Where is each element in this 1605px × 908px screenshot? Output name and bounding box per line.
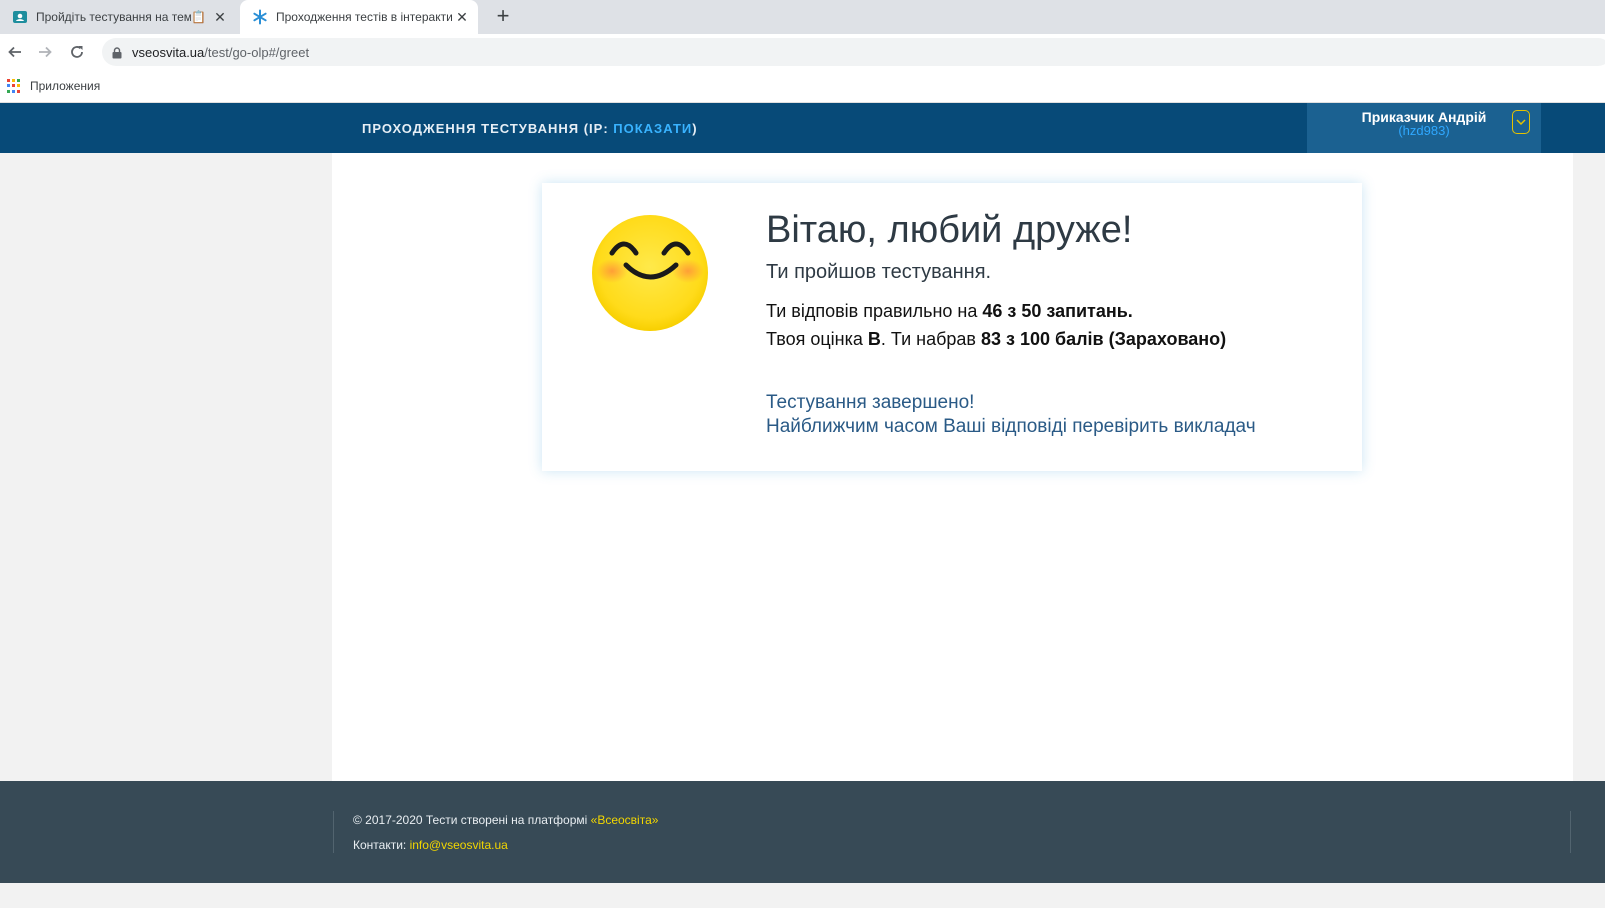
footer-contacts: Контакти: info@vseosvita.ua: [353, 838, 508, 852]
browser-tab-1[interactable]: Пройдіть тестування на тему: 📋 ✕: [0, 0, 236, 34]
smiley-face-icon: [590, 213, 710, 333]
snowflake-icon: [252, 9, 268, 25]
greeting-title: Вітаю, любий друже!: [766, 209, 1133, 251]
greeting-subtitle: Ти пройшов тестування.: [766, 261, 992, 283]
page-title: ПРОХОДЖЕННЯ ТЕСТУВАННЯ (IP: ПОКАЗАТИ): [362, 121, 698, 136]
grade-value: В: [867, 329, 881, 349]
forward-arrow-icon[interactable]: [34, 41, 56, 63]
new-tab-button[interactable]: +: [490, 4, 516, 30]
close-tab-icon[interactable]: ✕: [210, 9, 230, 26]
browser-tab-2[interactable]: Проходження тестів в інтеракти ✕: [240, 0, 478, 34]
test-completed-text: Тестування завершено!: [766, 392, 975, 413]
reload-icon[interactable]: [66, 41, 88, 63]
show-ip-link[interactable]: ПОКАЗАТИ: [613, 121, 692, 136]
lock-icon: [112, 46, 122, 59]
tab-title: Пройдіть тестування на тему:: [36, 10, 192, 24]
url-text: vseosvita.ua/test/go-olp#/greet: [132, 44, 310, 60]
result-card: Вітаю, любий друже! Ти пройшов тестуванн…: [542, 183, 1362, 471]
apps-bookmark-label[interactable]: Приложения: [30, 79, 100, 93]
grade-line: Твоя оцінка В. Ти набрав 83 з 100 балів …: [766, 329, 1227, 349]
correct-answers-value: 46 з 50 запитань.: [982, 301, 1133, 321]
apps-grid-icon[interactable]: [7, 79, 21, 93]
browser-address-bar: vseosvita.ua/test/go-olp#/greet: [0, 34, 1605, 70]
url-input[interactable]: vseosvita.ua/test/go-olp#/greet: [102, 38, 1605, 66]
footer-divider: [1570, 811, 1571, 853]
close-tab-icon[interactable]: ✕: [452, 9, 472, 26]
site-header: ПРОХОДЖЕННЯ ТЕСТУВАННЯ (IP: ПОКАЗАТИ) Пр…: [0, 103, 1605, 153]
chevron-down-icon[interactable]: [1512, 110, 1530, 134]
platform-link[interactable]: «Всеосвіта»: [591, 813, 659, 827]
footer-copyright: © 2017-2020 Тести створені на платформі …: [353, 813, 659, 827]
classroom-icon: [12, 9, 28, 25]
main-content: Вітаю, любий друже! Ти пройшов тестуванн…: [332, 153, 1573, 781]
contact-email-link[interactable]: info@vseosvita.ua: [410, 838, 508, 852]
score-value: 83 з 100 балів (Зараховано): [980, 329, 1227, 349]
back-arrow-icon[interactable]: [4, 41, 26, 63]
bookmarks-bar: Приложения: [0, 70, 1605, 103]
site-footer: © 2017-2020 Тести створені на платформі …: [0, 781, 1605, 883]
user-menu[interactable]: Приказчик Андрій (hzd983): [1307, 103, 1541, 153]
correct-answers-line: Ти відповів правильно на 46 з 50 запитан…: [766, 301, 1133, 321]
user-login: (hzd983): [1398, 123, 1450, 138]
footer-divider: [333, 811, 334, 853]
clipboard-icon: 📋: [191, 10, 206, 24]
browser-tabstrip: Пройдіть тестування на тему: 📋 ✕ Проходж…: [0, 0, 1605, 34]
teacher-review-text: Найближчим часом Ваші відповіді перевіри…: [766, 416, 1256, 437]
tab-title: Проходження тестів в інтеракти: [276, 10, 452, 24]
